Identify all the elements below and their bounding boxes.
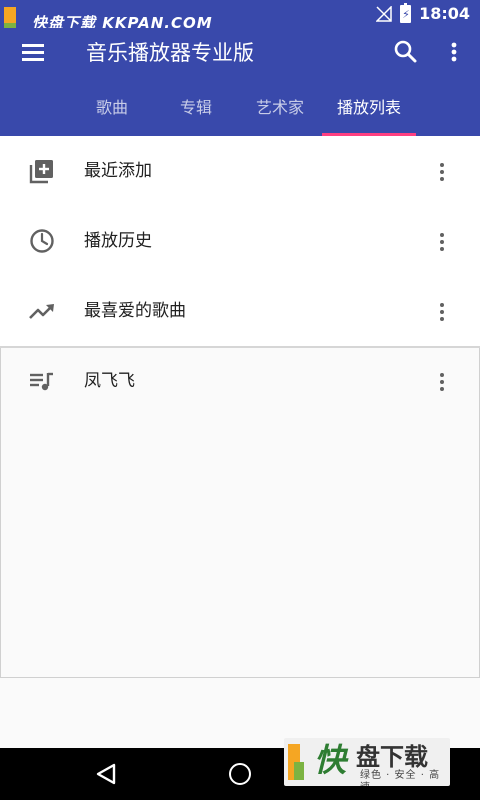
trending-up-icon bbox=[29, 304, 54, 319]
search-icon[interactable] bbox=[392, 38, 420, 66]
status-icons: ⚡ 18:04 bbox=[376, 2, 470, 23]
overflow-menu-icon[interactable] bbox=[432, 157, 452, 185]
playlist-row-history[interactable]: 播放历史 bbox=[0, 206, 480, 276]
playlist-row-recently-added[interactable]: 最近添加 bbox=[0, 136, 480, 206]
playlist-label: 最喜爱的歌曲 bbox=[84, 301, 186, 321]
playlist-label: 播放历史 bbox=[84, 231, 152, 251]
kkpan-promo-watermark: 快 盘下载 绿色 · 安全 · 高速 bbox=[284, 738, 450, 786]
battery-charging-icon: ⚡ bbox=[400, 2, 412, 23]
tab-playlists[interactable]: 播放列表 bbox=[322, 80, 416, 136]
menu-icon[interactable] bbox=[20, 40, 46, 66]
queue-music-icon bbox=[30, 372, 53, 391]
no-signal-icon bbox=[376, 5, 392, 22]
playlist-label: 凤飞飞 bbox=[84, 371, 135, 391]
overflow-menu-icon[interactable] bbox=[432, 297, 452, 325]
playlist-label: 最近添加 bbox=[84, 161, 152, 181]
app-title: 音乐播放器专业版 bbox=[86, 41, 254, 65]
overflow-menu-icon[interactable] bbox=[432, 227, 452, 255]
playlist-row-favorites[interactable]: 最喜爱的歌曲 bbox=[0, 276, 480, 346]
more-vert-icon[interactable] bbox=[444, 38, 464, 66]
promo-char: 快 bbox=[314, 741, 347, 779]
home-icon[interactable] bbox=[229, 763, 251, 785]
playlist-add-icon bbox=[29, 160, 53, 184]
promo-slogan: 绿色 · 安全 · 高速 bbox=[360, 770, 441, 786]
clock-icon bbox=[30, 229, 54, 253]
promo-title: 盘下载 bbox=[356, 743, 428, 771]
panel-bottom-border bbox=[0, 677, 480, 678]
tab-albums[interactable]: 专辑 bbox=[166, 80, 226, 136]
playlist-row-user[interactable]: 凤飞飞 bbox=[0, 346, 480, 416]
tab-bar: 歌曲 专辑 艺术家 播放列表 bbox=[0, 80, 480, 136]
tab-artists[interactable]: 艺术家 bbox=[244, 80, 316, 136]
back-icon[interactable] bbox=[94, 762, 118, 786]
tab-songs[interactable]: 歌曲 bbox=[82, 80, 142, 136]
overflow-menu-icon[interactable] bbox=[432, 367, 452, 395]
status-time: 18:04 bbox=[419, 4, 470, 23]
app-bar: 音乐播放器专业版 bbox=[0, 28, 480, 80]
